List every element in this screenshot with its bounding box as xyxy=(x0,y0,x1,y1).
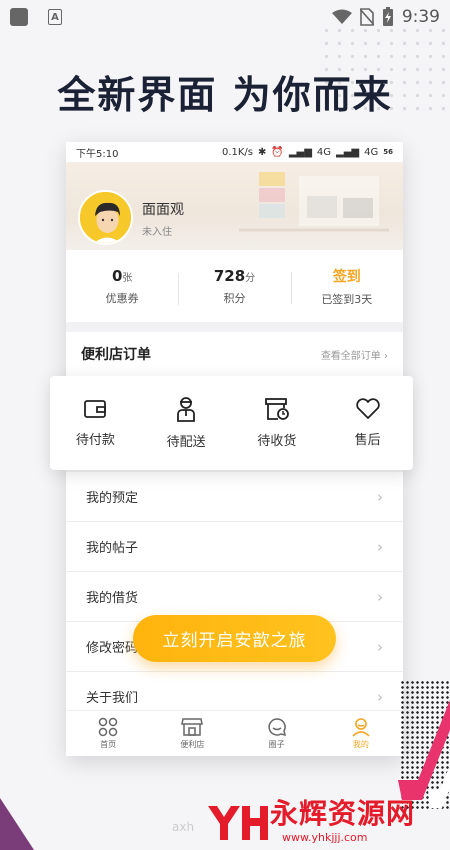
tab-label: 便利店 xyxy=(180,740,205,749)
watermark: 永辉资源网 xyxy=(270,800,415,828)
alarm-icon: ⏰ xyxy=(271,146,284,158)
tab-label: 我的 xyxy=(352,740,369,749)
menu-item-label: 我的帖子 xyxy=(86,541,139,556)
menu-item-label: 修改密码 xyxy=(86,641,139,656)
watermark-text: 永辉资源网 xyxy=(270,797,416,830)
profile-status: 未入住 xyxy=(142,227,172,238)
order-pending-receipt[interactable]: 待收货 xyxy=(232,376,323,470)
bottom-tab-bar: 首页 便利店 圈子 我的 xyxy=(66,710,403,756)
chat-bubble-icon xyxy=(268,718,286,737)
order-status-label: 待配送 xyxy=(166,435,206,450)
order-after-sales[interactable]: 售后 xyxy=(322,376,413,470)
watermark-faded-text: axh xyxy=(172,820,195,834)
order-status-label: 售后 xyxy=(354,433,381,448)
points-unit: 分 xyxy=(245,272,256,284)
store-orders-header: 便利店订单 查看全部订单 › xyxy=(66,332,403,376)
checkin-days: 已签到3天 xyxy=(321,292,373,306)
courier-icon xyxy=(177,397,196,422)
watermark-logo-icon xyxy=(208,806,268,840)
phone-status-bar: 下午5:10 0.1K/s ✱ ⏰ ▂▄▆ 4G ▂▄▆ 4G 56 xyxy=(66,142,403,162)
order-status-card: 待付款 待配送 待收货 售后 xyxy=(50,376,413,470)
bluetooth-icon: ✱ xyxy=(258,146,267,158)
watermark-url: www.yhkjjj.com xyxy=(282,831,368,844)
coupon-label: 优惠券 xyxy=(105,291,139,305)
stat-coupons[interactable]: 0张 优惠券 xyxy=(66,267,178,306)
wallet-icon xyxy=(84,400,107,418)
order-pending-payment[interactable]: 待付款 xyxy=(50,376,141,470)
menu-item-label: 我的借货 xyxy=(86,591,139,606)
home-grid-icon xyxy=(98,717,118,737)
checkin-button[interactable]: 签到 xyxy=(291,266,403,286)
order-pending-delivery[interactable]: 待配送 xyxy=(141,376,232,470)
tab-circle[interactable]: 圈子 xyxy=(235,711,319,756)
view-all-orders-link[interactable]: 查看全部订单 › xyxy=(321,347,388,362)
page-headline: 全新界面 为你而来 xyxy=(57,73,393,117)
purple-corner-decoration xyxy=(0,798,34,850)
store-orders-title: 便利店订单 xyxy=(81,347,151,363)
menu-item-posts[interactable]: 我的帖子 › xyxy=(66,522,403,572)
order-status-label: 待收货 xyxy=(257,434,297,449)
menu-item-label: 我的预定 xyxy=(86,491,139,506)
chevron-right-icon: › xyxy=(377,487,383,506)
phone-time: 下午5:10 xyxy=(76,148,119,160)
room-background-illustration xyxy=(239,172,389,232)
wifi-icon xyxy=(331,9,352,24)
chevron-right-icon: › xyxy=(377,587,383,606)
start-journey-button[interactable]: 立刻开启安歆之旅 xyxy=(133,615,336,662)
avatar[interactable] xyxy=(78,190,133,245)
battery-level: 56 xyxy=(383,148,393,156)
menu-item-reservations[interactable]: 我的预定 › xyxy=(66,472,403,522)
user-icon xyxy=(352,718,370,737)
heart-icon xyxy=(355,398,380,419)
net-type-2: 4G xyxy=(364,146,379,158)
notification-icon xyxy=(10,8,28,26)
menu-item-label: 关于我们 xyxy=(86,691,139,706)
order-status-label: 待付款 xyxy=(75,433,115,448)
net-speed: 0.1K/s xyxy=(221,146,253,158)
profile-nickname: 面面观 xyxy=(142,202,184,218)
stat-checkin[interactable]: 签到 已签到3天 xyxy=(290,266,403,307)
points-label: 积分 xyxy=(223,291,246,305)
coupon-count: 0 xyxy=(111,266,123,285)
points-count: 728 xyxy=(213,266,246,285)
store-icon xyxy=(181,718,204,736)
net-type-1: 4G xyxy=(316,146,332,158)
tab-label: 圈子 xyxy=(268,740,285,749)
keyboard-a-icon: A xyxy=(48,9,62,25)
profile-header: 面面观 未入住 xyxy=(66,162,403,250)
chevron-right-icon: › xyxy=(377,537,383,556)
tab-store[interactable]: 便利店 xyxy=(150,711,234,756)
stats-row: 0张 优惠券 728分 积分 签到 已签到3天 xyxy=(66,250,403,322)
signal-icon-2: ▂▄▆ xyxy=(336,146,360,158)
stat-points[interactable]: 728分 积分 xyxy=(178,267,290,306)
signal-icon: ▂▄▆ xyxy=(288,146,312,158)
tab-label: 首页 xyxy=(100,740,117,749)
coupon-unit: 张 xyxy=(122,272,133,284)
profile-menu: 我的预定 › 我的帖子 › 我的借货 › 修改密码 › 关于我们 › xyxy=(66,472,403,722)
tab-home[interactable]: 首页 xyxy=(66,711,150,756)
chevron-right-icon: › xyxy=(377,637,383,656)
box-clock-icon xyxy=(264,398,289,420)
